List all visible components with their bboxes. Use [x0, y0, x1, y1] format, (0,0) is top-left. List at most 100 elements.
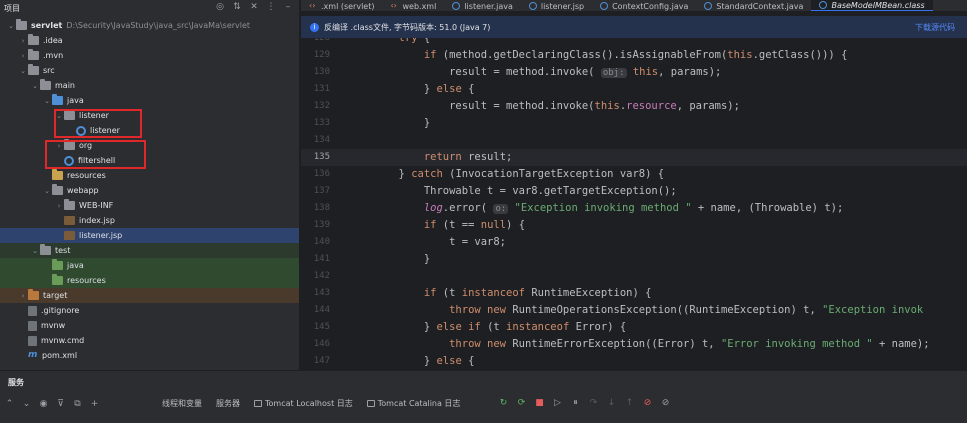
tree-item[interactable]: › .idea	[0, 33, 299, 48]
editor-tab[interactable]: listener.java	[444, 0, 521, 11]
tree-item[interactable]: ⌄ listener	[0, 108, 299, 123]
filter-icon[interactable]: ⊽	[56, 399, 65, 409]
add-icon[interactable]: +	[90, 399, 99, 409]
tree-item-label: servlet	[31, 21, 63, 30]
chevron-down-icon[interactable]: ⌄	[18, 67, 28, 75]
services-left-toolbar: ⌃ ⌄ ◉ ⊽ ⧉ +	[5, 399, 99, 409]
tab-server[interactable]: 服务器	[216, 398, 240, 409]
java-class-icon	[600, 2, 609, 10]
folder-icon	[28, 34, 39, 45]
refresh-icon[interactable]: ⟳	[517, 398, 526, 408]
tree-item[interactable]: ›.gitignore	[0, 303, 299, 318]
expand-all-icon[interactable]: ⇅	[232, 2, 242, 12]
tree-item[interactable]: › .mvn	[0, 48, 299, 63]
chevron-down-icon[interactable]: ⌄	[42, 187, 52, 195]
code-editor[interactable]: 128 try {129 if (method.getDeclaringClass(…	[301, 38, 967, 370]
tree-item[interactable]: ⌄ java	[0, 93, 299, 108]
line-number: 140	[313, 237, 330, 247]
tree-item[interactable]: ›resources	[0, 168, 299, 183]
chevron-down-icon[interactable]: ⌄	[30, 247, 40, 255]
mute-icon[interactable]: ⊘	[661, 398, 670, 408]
chevron-down-icon[interactable]: ⌄	[42, 97, 52, 105]
tree-item[interactable]: ›mvnw	[0, 318, 299, 333]
xml-icon: m	[28, 350, 38, 360]
tree-item-label: .idea	[43, 36, 63, 45]
code-line: 142	[301, 268, 967, 285]
tree-item[interactable]: › target	[0, 288, 299, 303]
tree-item[interactable]: ›mvnw.cmd	[0, 333, 299, 348]
tree-item[interactable]: ›listener	[0, 123, 299, 138]
options-icon[interactable]: ⋮	[266, 2, 276, 12]
code-text: } else {	[423, 355, 475, 367]
tree-item[interactable]: ›java	[0, 258, 299, 273]
tree-item[interactable]: ⌄ servlet D:\Security\JavaStudy\java_src\J…	[0, 18, 299, 33]
editor-tab[interactable]: ‹› .xml (servlet)	[301, 0, 382, 11]
tree-item[interactable]: ›mpom.xml	[0, 348, 299, 363]
hide-icon[interactable]: –	[283, 2, 293, 12]
tree-item[interactable]: ⌄ webapp	[0, 183, 299, 198]
line-number: 138	[313, 203, 330, 213]
resume-icon[interactable]: ▷	[553, 398, 562, 408]
tree-item[interactable]: ⌄ src	[0, 63, 299, 78]
code-line: 134	[301, 132, 967, 149]
pause-icon[interactable]: ⏸	[571, 398, 580, 408]
chevron-right-icon[interactable]: ›	[18, 292, 28, 300]
step-out-icon[interactable]: ↑	[625, 398, 634, 408]
code-text: if (t == null) {	[423, 219, 526, 231]
chevron-down-icon[interactable]: ⌄	[6, 22, 16, 30]
collapse-icon[interactable]: ⌄	[22, 399, 31, 409]
tree-item[interactable]: ⌄ main	[0, 78, 299, 93]
folder-icon	[64, 199, 75, 210]
tree-item-label: target	[43, 291, 68, 300]
log-icon	[366, 400, 375, 407]
tree-item-label: mvnw.cmd	[41, 336, 85, 345]
tree-item[interactable]: ⌄ test	[0, 243, 299, 258]
stop-icon[interactable]: ■	[535, 398, 544, 408]
code-text: }	[423, 253, 431, 265]
code-text: return result;	[423, 151, 513, 163]
editor-tab[interactable]: listener.jsp	[521, 0, 592, 11]
tree-item[interactable]: › WEB-INF	[0, 198, 299, 213]
code-line: 138 log.error( o: "Exception invoking met…	[301, 200, 967, 217]
banner-text: 反编译 .class文件, 字节码版本: 51.0 (Java 7)	[324, 22, 491, 32]
chevron-right-icon[interactable]: ›	[54, 202, 64, 210]
editor-tab[interactable]: StandardContext.java	[696, 0, 811, 11]
eye-icon[interactable]: ◉	[39, 399, 48, 409]
chevron-right-icon[interactable]: ›	[18, 52, 28, 60]
select-opened-file-icon[interactable]: ◎	[215, 2, 225, 12]
line-number: 134	[313, 135, 330, 145]
tab-threads-variables[interactable]: 线程和变量	[162, 398, 202, 409]
code-text: log.error( o: "Exception invoking method…	[423, 202, 844, 214]
project-toolbar: ◎ ⇅ ✕ ⋮ –	[215, 2, 293, 12]
layout-icon[interactable]: ⧉	[73, 399, 82, 409]
expand-icon[interactable]: ⌃	[5, 399, 14, 409]
project-title[interactable]: 项目	[4, 3, 20, 14]
editor-tab[interactable]: BaseModelMBean.class	[811, 0, 933, 11]
folder-icon	[40, 244, 51, 255]
rerun-icon[interactable]: ↻	[499, 398, 508, 408]
chevron-right-icon[interactable]: ›	[18, 37, 28, 45]
code-text: t = var8;	[449, 236, 507, 248]
code-line: 145} else if (t instanceof Error) {	[301, 319, 967, 336]
tree-item-label: listener.jsp	[79, 231, 123, 240]
tab-tomcat-catalina-log[interactable]: Tomcat Catalina 日志	[366, 398, 460, 409]
breakpoint-icon[interactable]: ⊘	[643, 398, 652, 408]
line-number: 142	[313, 271, 330, 281]
chevron-down-icon[interactable]: ⌄	[30, 82, 40, 90]
tree-item[interactable]: ›resources	[0, 273, 299, 288]
download-sources-link[interactable]: 下载源代码	[915, 22, 955, 33]
folder-icon	[28, 64, 39, 75]
collapse-all-icon[interactable]: ✕	[249, 2, 259, 12]
tree-item[interactable]: ›listener.jsp	[0, 228, 299, 243]
code-text: }	[423, 117, 431, 129]
tab-label: Tomcat Localhost 日志	[265, 399, 353, 408]
editor-tab[interactable]: ContextConfig.java	[592, 0, 696, 11]
tree-item[interactable]: ›index.jsp	[0, 213, 299, 228]
folder-icon	[28, 49, 39, 60]
step-over-icon[interactable]: ↷	[589, 398, 598, 408]
tab-tomcat-localhost-log[interactable]: Tomcat Localhost 日志	[254, 398, 353, 409]
tree-item-label: java	[67, 261, 84, 270]
step-into-icon[interactable]: ↓	[607, 398, 616, 408]
tree-item-label: java	[67, 96, 84, 105]
editor-tab[interactable]: ‹› web.xml	[382, 0, 444, 11]
